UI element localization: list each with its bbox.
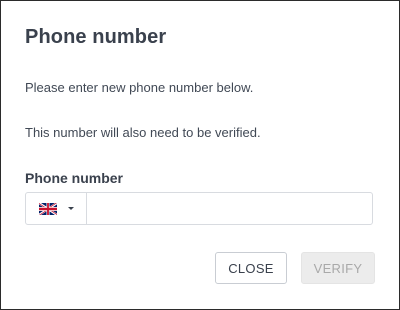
country-code-select[interactable] bbox=[26, 193, 87, 224]
phone-number-field bbox=[25, 192, 373, 225]
dialog-description: Please enter new phone number below. bbox=[25, 80, 254, 95]
verification-note: This number will also need to be verifie… bbox=[25, 125, 261, 140]
dialog-title: Phone number bbox=[25, 26, 167, 48]
uk-flag-icon bbox=[39, 202, 57, 215]
chevron-down-icon bbox=[68, 207, 74, 210]
phone-number-dialog: Phone number Please enter new phone numb… bbox=[0, 0, 400, 310]
phone-number-label: Phone number bbox=[25, 170, 124, 186]
verify-button[interactable]: VERIFY bbox=[301, 252, 375, 284]
phone-number-input[interactable] bbox=[87, 193, 372, 224]
close-button[interactable]: CLOSE bbox=[215, 252, 287, 284]
